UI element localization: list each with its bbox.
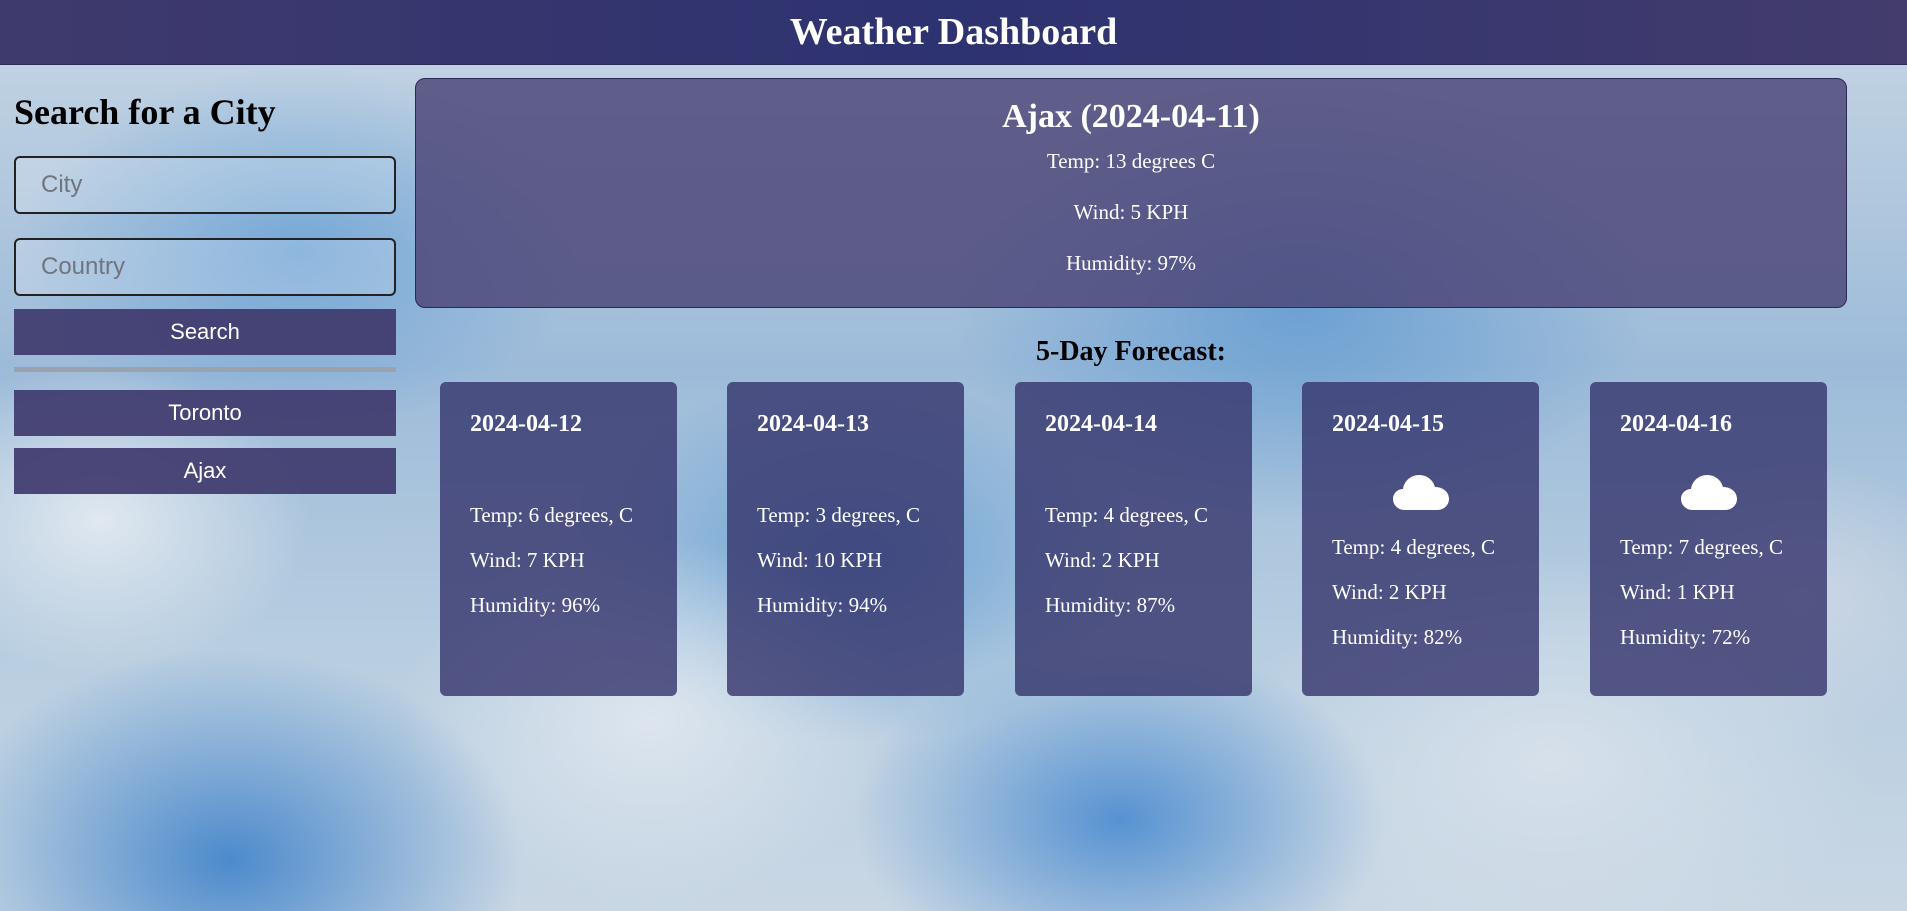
forecast-temp: Temp: 4 degrees, C (1332, 535, 1495, 559)
forecast-temp: Temp: 6 degrees, C (470, 503, 633, 527)
current-humidity: Humidity: 97% (1065, 251, 1197, 275)
forecast-card: 2024-04-12 Temp: 6 degrees, C Wind: 7 KP… (440, 382, 677, 696)
forecast-date: 2024-04-13 (757, 411, 869, 437)
forecast-heading: 5-Day Forecast: (1036, 336, 1226, 367)
forecast-wind: Wind: 7 KPH (470, 548, 585, 572)
current-temp: Temp: 13 degrees C (1046, 149, 1216, 173)
city-input[interactable] (14, 156, 396, 214)
search-button[interactable]: Search (14, 309, 396, 355)
forecast-wind: Wind: 10 KPH (757, 548, 883, 572)
forecast-temp: Temp: 3 degrees, C (757, 503, 920, 527)
forecast-wind: Wind: 2 KPH (1045, 548, 1160, 572)
app-header: Weather Dashboard (0, 0, 1907, 65)
forecast-humidity: Humidity: 96% (470, 593, 601, 617)
forecast-card: 2024-04-14 Temp: 4 degrees, C Wind: 2 KP… (1015, 382, 1252, 696)
search-heading: Search for a City (14, 92, 276, 132)
forecast-temp: Temp: 7 degrees, C (1620, 535, 1783, 559)
forecast-card: 2024-04-13 Temp: 3 degrees, C Wind: 10 K… (727, 382, 964, 696)
forecast-wind: Wind: 2 KPH (1332, 580, 1447, 604)
country-input[interactable] (14, 238, 396, 296)
app-title: Weather Dashboard (789, 11, 1118, 53)
forecast-card: 2024-04-15 Temp: 4 degrees, C Wind: 2 KP… (1302, 382, 1539, 696)
forecast-temp: Temp: 4 degrees, C (1045, 503, 1208, 527)
search-sidebar: Search for a City Search Toronto Ajax (14, 64, 396, 494)
forecast-date: 2024-04-12 (470, 411, 582, 437)
forecast-humidity: Humidity: 87% (1045, 593, 1176, 617)
sidebar-divider (14, 367, 396, 372)
current-city-title: Ajax (2024-04-11) (1002, 98, 1260, 135)
forecast-date: 2024-04-16 (1620, 411, 1732, 437)
forecast-date: 2024-04-15 (1332, 411, 1444, 437)
forecast-humidity: Humidity: 72% (1620, 625, 1751, 649)
forecast-humidity: Humidity: 82% (1332, 625, 1463, 649)
forecast-date: 2024-04-14 (1045, 411, 1157, 437)
current-weather-panel: Ajax (2024-04-11) Temp: 13 degrees C Win… (415, 78, 1847, 308)
forecast-wind: Wind: 1 KPH (1620, 580, 1735, 604)
history-button-toronto[interactable]: Toronto (14, 390, 396, 436)
cloud-icon (1332, 470, 1509, 515)
history-button-ajax[interactable]: Ajax (14, 448, 396, 494)
forecast-card: 2024-04-16 Temp: 7 degrees, C Wind: 1 KP… (1590, 382, 1827, 696)
forecast-humidity: Humidity: 94% (757, 593, 888, 617)
cloud-icon (1620, 470, 1797, 515)
current-wind: Wind: 5 KPH (1073, 200, 1189, 224)
